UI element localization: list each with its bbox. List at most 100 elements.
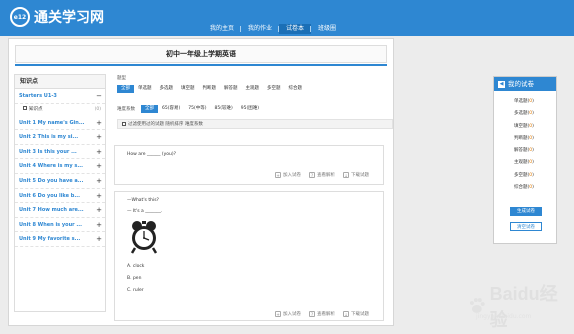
expand-icon[interactable]: +: [96, 203, 102, 217]
generate-paper-button[interactable]: 生成试卷: [510, 207, 542, 216]
logo-text: 通关学习网: [34, 10, 104, 26]
download-button[interactable]: ↓ 下载试题: [343, 311, 369, 317]
expand-icon[interactable]: +: [96, 145, 102, 159]
unit-label: Unit 9 My favorite s...: [19, 236, 81, 243]
type-tab-single-choice[interactable]: 单选题: [134, 85, 156, 93]
row-count: 0: [529, 123, 533, 129]
expand-icon[interactable]: +: [96, 174, 102, 188]
view-analysis-button[interactable]: ? 查看解析: [309, 311, 335, 317]
unit-label: Unit 5 Do you have a...: [19, 177, 84, 184]
row-count: 0: [529, 148, 533, 154]
nav-home[interactable]: 我的主页: [203, 24, 242, 34]
row-count: 0: [529, 160, 533, 166]
alarm-clock-image: [130, 221, 158, 254]
count-row-subjective: 主观题(0): [514, 160, 534, 166]
row-count: 0: [529, 172, 533, 178]
sidebar-unit-9[interactable]: Unit 9 My favorite s... +: [15, 232, 105, 247]
row-label: 多空题: [514, 172, 528, 178]
baidu-watermark: Baidu经验: [468, 280, 574, 332]
unit-label: Unit 6 Do you like b...: [19, 192, 81, 199]
sidebar-sub-item[interactable]: 知识点 (0): [15, 104, 105, 116]
sidebar-unit-2[interactable]: Unit 2 This is my si... +: [15, 130, 105, 145]
type-tab-subjective[interactable]: 主观题: [242, 85, 264, 93]
analysis-icon: ?: [309, 172, 315, 178]
sidebar-unit-8[interactable]: Unit 8 When is your ... +: [15, 218, 105, 233]
nav-paper-book[interactable]: 试卷本: [279, 24, 312, 34]
sidebar-unit-6[interactable]: Unit 6 Do you like b... +: [15, 189, 105, 204]
row-label: 判断题: [514, 135, 528, 141]
sub-item-label: 知识点: [29, 106, 43, 112]
type-tabs: 全部 单选题 多选题 填空题 判断题 解答题 主观题 多空题 综合题: [117, 85, 393, 93]
sidebar-unit-3[interactable]: Unit 3 Is this your ... +: [15, 145, 105, 160]
title-divider: [15, 64, 387, 66]
difficulty-tab-hard[interactable]: 95(困难): [237, 105, 263, 113]
sidebar-unit-7[interactable]: Unit 7 How much are... +: [15, 203, 105, 218]
unit-label: Unit 7 How much are...: [19, 207, 84, 214]
choice-a: A. clock: [127, 264, 145, 269]
question-card: —What's this? — It's a _______. A. clock…: [114, 191, 384, 321]
filter-used-checkbox[interactable]: [122, 121, 126, 126]
difficulty-tab-easy[interactable]: 65(容易): [158, 105, 184, 113]
download-icon: ↓: [343, 172, 349, 178]
view-analysis-label: 查看解析: [317, 312, 335, 317]
question-text: How are ______ (you)?: [127, 152, 177, 157]
type-tab-answer[interactable]: 解答题: [220, 85, 242, 93]
clear-paper-button[interactable]: 清空试卷: [510, 222, 542, 231]
row-label: 单选题: [514, 99, 528, 104]
view-analysis-button[interactable]: ? 查看解析: [309, 172, 335, 178]
add-to-paper-button[interactable]: + 加入试卷: [275, 311, 301, 317]
logo-badge: e12: [10, 7, 30, 27]
filter-area: 题型 全部 单选题 多选题 填空题 判断题 解答题 主观题 多空题 综合题 难度…: [117, 75, 393, 129]
nav-class-circle[interactable]: 班级圈: [311, 24, 343, 34]
difficulty-tab-harder[interactable]: 85(较难): [211, 105, 237, 113]
count-row-answer: 解答题(0): [514, 148, 534, 154]
row-count: 0: [529, 185, 533, 191]
options-text: 过滤使用过的试题 随机排序 难度系数: [128, 122, 203, 127]
unit-label: Unit 8 When is your ...: [19, 221, 83, 228]
type-tab-fill-blank[interactable]: 填空题: [177, 85, 199, 93]
my-paper-header[interactable]: ◀ 我的试卷: [494, 77, 556, 91]
type-tab-all[interactable]: 全部: [117, 85, 134, 93]
type-tab-multi-choice[interactable]: 多选题: [156, 85, 178, 93]
expand-icon[interactable]: +: [96, 189, 102, 203]
sidebar-title: 知识点: [15, 75, 105, 89]
site-logo[interactable]: e12 通关学习网: [10, 7, 104, 27]
type-tab-comprehensive[interactable]: 综合题: [285, 85, 307, 93]
add-to-paper-label: 加入试卷: [283, 173, 301, 178]
watermark-url: jingyan.baidu.com: [476, 313, 532, 320]
difficulty-tab-medium[interactable]: 75(中等): [184, 105, 210, 113]
type-label: 题型: [117, 76, 126, 81]
expand-icon[interactable]: +: [96, 232, 102, 246]
expand-icon[interactable]: +: [96, 116, 102, 130]
sidebar-group-starters[interactable]: Starters U1-3 −: [15, 89, 105, 104]
row-label: 综合题: [514, 185, 528, 191]
add-to-paper-button[interactable]: + 加入试卷: [275, 172, 301, 178]
difficulty-row: 难度系数 全部 65(容易) 75(中等) 85(较难) 95(困难): [117, 105, 393, 113]
download-button[interactable]: ↓ 下载试题: [343, 172, 369, 178]
add-icon: +: [275, 172, 281, 178]
unit-label: Unit 3 Is this your ...: [19, 148, 77, 155]
add-to-paper-label: 加入试卷: [283, 312, 301, 317]
checkbox[interactable]: [23, 106, 27, 111]
question-actions: + 加入试卷 ? 查看解析 ↓ 下载试题: [267, 172, 369, 178]
knowledge-sidebar: 知识点 Starters U1-3 − 知识点 (0) Unit 1 My na…: [14, 74, 106, 312]
question-actions: + 加入试卷 ? 查看解析 ↓ 下载试题: [267, 311, 369, 317]
nav-homework[interactable]: 我的作业: [241, 24, 280, 34]
sidebar-unit-4[interactable]: Unit 4 Where is my s... +: [15, 159, 105, 174]
collapse-icon[interactable]: −: [96, 89, 102, 103]
analysis-icon: ?: [309, 311, 315, 317]
choice-b: B. pen: [127, 276, 142, 281]
expand-icon[interactable]: +: [96, 218, 102, 232]
sidebar-unit-5[interactable]: Unit 5 Do you have a... +: [15, 174, 105, 189]
options-row[interactable]: 过滤使用过的试题 随机排序 难度系数: [117, 119, 393, 129]
type-tab-multi-blank[interactable]: 多空题: [263, 85, 285, 93]
expand-icon[interactable]: +: [96, 130, 102, 144]
collapse-arrow-icon[interactable]: ◀: [498, 80, 505, 88]
watermark-text: Baidu经验: [489, 284, 558, 330]
sidebar-unit-1[interactable]: Unit 1 My name's Gin... +: [15, 116, 105, 131]
type-tab-true-false[interactable]: 判断题: [199, 85, 221, 93]
my-paper-title: 我的试卷: [508, 80, 534, 88]
view-analysis-label: 查看解析: [317, 173, 335, 178]
expand-icon[interactable]: +: [96, 159, 102, 173]
difficulty-tab-all[interactable]: 全部: [141, 105, 158, 113]
